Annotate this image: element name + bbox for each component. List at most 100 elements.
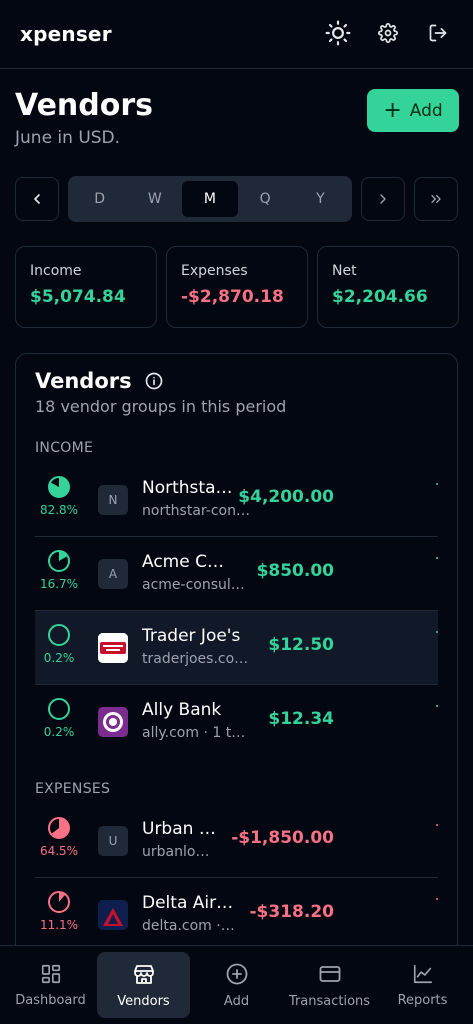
add-button[interactable]: + Add — [367, 89, 459, 132]
income-stat-label: Income — [30, 263, 82, 279]
next-period-button[interactable] — [361, 177, 405, 221]
share-pie-slice — [59, 551, 68, 561]
info-icon[interactable] — [144, 371, 164, 391]
period-option-month[interactable]: M — [182, 181, 238, 217]
plus-circle-icon — [226, 963, 247, 984]
nav-vendors-label: Vendors — [117, 993, 170, 1009]
latest-period-button[interactable] — [414, 177, 458, 221]
expenses-stat-label: Expenses — [181, 263, 248, 279]
previous-period-button[interactable] — [15, 177, 59, 221]
nav-transactions[interactable]: Transactions — [283, 952, 376, 1018]
vendor-amount: $850.00 — [256, 561, 334, 581]
chart-icon — [413, 964, 432, 983]
nav-dashboard[interactable]: Dashboard — [4, 952, 97, 1018]
expenses-section-label: EXPENSES — [35, 781, 111, 797]
vendor-name: Trader Joe's — [142, 626, 241, 646]
header-actions — [323, 18, 453, 48]
vendor-amount: $4,200.00 — [238, 487, 334, 507]
chevron-right-icon — [380, 194, 386, 204]
nav-transactions-label: Transactions — [288, 993, 371, 1009]
vendor-name: Urban Loft — [142, 819, 220, 839]
vendor-share-percent: 82.8% — [39, 503, 79, 517]
add-button-label: Add — [409, 100, 443, 121]
period-option-year[interactable]: Y — [293, 181, 348, 217]
share-pie-icon — [48, 817, 70, 839]
share-pie-icon — [48, 891, 70, 913]
vendors-card-title: Vendors — [35, 369, 164, 393]
vendor-name: Acme Consulting — [142, 552, 234, 572]
vendor-name: Delta Air Lines — [142, 893, 234, 913]
row-indicator-dot — [436, 898, 438, 900]
bottom-navigation: Dashboard Vendors Add Transactions Repor… — [0, 945, 473, 1024]
period-selector: D W M Q Y — [68, 176, 352, 222]
net-stat-card: Net $2,204.66 — [317, 246, 459, 328]
dashboard-icon — [41, 964, 60, 983]
share-pie-icon — [48, 476, 70, 498]
nav-add[interactable]: Add — [190, 952, 283, 1018]
vendor-amount: $12.50 — [268, 635, 334, 655]
sun-icon[interactable] — [323, 18, 353, 48]
nav-vendors[interactable]: Vendors — [97, 952, 190, 1018]
plus-icon: + — [383, 97, 402, 123]
vendor-amount: -$1,850.00 — [231, 828, 334, 848]
vendor-domain: acme-consulting.com — [142, 577, 250, 593]
vendor-share-percent: 0.2% — [43, 725, 75, 739]
income-section-label: INCOME — [35, 440, 94, 456]
vendor-domain: delta.com · 2 transactions — [142, 918, 238, 934]
vendor-share-percent: 64.5% — [39, 844, 79, 858]
vendor-share-percent: 11.1% — [39, 918, 79, 932]
card-icon — [319, 965, 340, 982]
expenses-stat-value: -$2,870.18 — [181, 287, 284, 307]
gear-icon[interactable] — [373, 18, 403, 48]
income-stat-value: $5,074.84 — [30, 287, 126, 307]
vendor-row[interactable]: 16.7% A Acme Consulting acme-consulting.… — [35, 537, 438, 611]
net-stat-value: $2,204.66 — [332, 287, 428, 307]
vendor-domain: northstar-consulting.com — [142, 503, 250, 519]
vendor-row[interactable]: 0.2% Ally Bank ally.com · 1 transaction … — [35, 685, 438, 759]
expenses-stat-card: Expenses -$2,870.18 — [166, 246, 308, 328]
share-pie-icon — [48, 698, 70, 720]
row-indicator-dot — [436, 557, 438, 559]
vendor-name: Ally Bank — [142, 700, 222, 720]
vendor-avatar: N — [98, 485, 128, 515]
vendor-amount: $12.34 — [268, 709, 334, 729]
vendor-row[interactable]: 64.5% U Urban Loft urbanloft.com -$1,850… — [35, 804, 438, 878]
vendor-avatar: A — [98, 559, 128, 589]
page-subtitle: June in USD. — [15, 128, 121, 148]
logout-icon[interactable] — [423, 18, 453, 48]
vendor-share-percent: 0.2% — [43, 651, 75, 665]
vendor-avatar: U — [98, 826, 128, 856]
vendor-share-percent: 16.7% — [39, 577, 79, 591]
vendor-amount: -$318.20 — [249, 902, 335, 922]
traderjoes-logo — [98, 633, 128, 663]
row-indicator-dot — [436, 631, 438, 633]
vendor-row[interactable]: 82.8% N Northstar Consulting northstar-c… — [35, 463, 438, 537]
brand-logo[interactable]: xpenser — [20, 22, 112, 46]
vendor-row[interactable]: 0.2% Trader Joe's traderjoes.com · 1 tra… — [35, 611, 438, 685]
period-option-week[interactable]: W — [127, 181, 182, 217]
vendor-name: Northstar Consulting — [142, 478, 234, 498]
vendor-domain: traderjoes.com · 1 transaction — [142, 651, 250, 667]
store-icon — [133, 964, 154, 984]
nav-reports-label: Reports — [397, 992, 448, 1008]
nav-add-label: Add — [223, 993, 250, 1009]
net-stat-label: Net — [332, 263, 357, 279]
vendors-card-subtitle: 18 vendor groups in this period — [35, 397, 287, 416]
row-indicator-dot — [436, 483, 438, 485]
period-option-quarter[interactable]: Q — [238, 181, 293, 217]
vendor-domain: urbanloft.com — [142, 844, 214, 860]
vendor-row[interactable]: 11.1% Delta Air Lines delta.com · 2 tran… — [35, 878, 438, 952]
income-stat-card: Income $5,074.84 — [15, 246, 157, 328]
nav-reports[interactable]: Reports — [376, 952, 469, 1018]
period-option-day[interactable]: D — [72, 181, 127, 217]
delta-logo — [98, 900, 128, 930]
nav-dashboard-label: Dashboard — [15, 992, 86, 1008]
chevron-left-icon — [34, 194, 40, 204]
page-title: Vendors — [15, 88, 154, 123]
share-pie-icon — [48, 624, 70, 646]
vendor-domain: ally.com · 1 transaction — [142, 725, 250, 741]
share-pie-icon — [48, 550, 70, 572]
chevrons-right-icon — [431, 195, 441, 203]
row-indicator-dot — [436, 705, 438, 707]
vendors-card-title-text: Vendors — [35, 369, 132, 393]
